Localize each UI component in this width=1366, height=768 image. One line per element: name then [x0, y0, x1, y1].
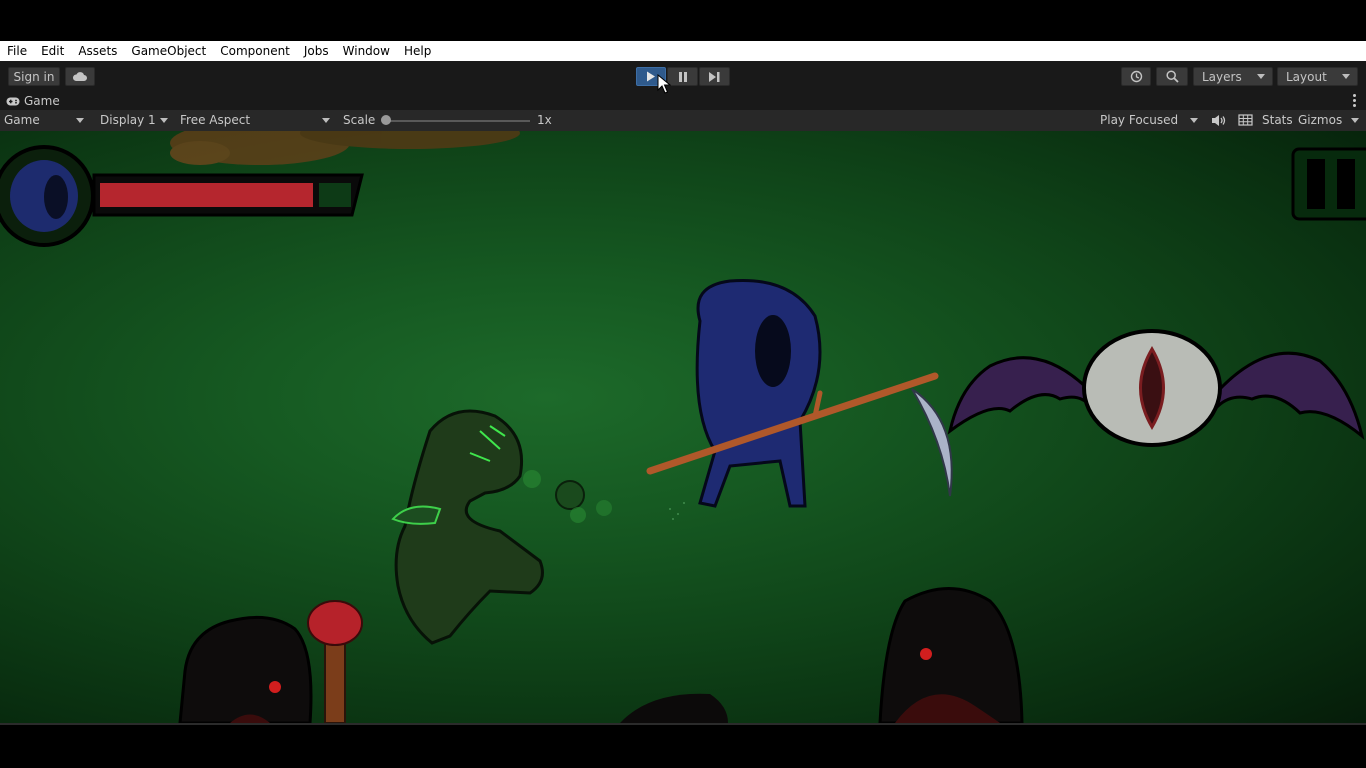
- display-select[interactable]: Display 1: [96, 112, 174, 129]
- scale-slider-handle[interactable]: [381, 115, 391, 125]
- menu-window[interactable]: Window: [336, 41, 397, 61]
- rock-bottom: [620, 693, 728, 723]
- tab-game[interactable]: Game: [6, 92, 60, 110]
- health-bar: [92, 173, 364, 217]
- history-button[interactable]: [1121, 67, 1151, 86]
- mouse-cursor-icon: [657, 74, 671, 94]
- display-select-value: Display 1: [100, 113, 156, 127]
- cloud-icon: [72, 71, 87, 81]
- stats-button[interactable]: Stats: [1262, 112, 1293, 129]
- gamepad-icon: [6, 97, 20, 105]
- chevron-down-icon: [322, 118, 330, 123]
- chevron-down-icon: [1257, 74, 1265, 79]
- rock-monster-left: [178, 615, 313, 723]
- search-icon: [1165, 70, 1179, 83]
- menu-gameobject[interactable]: GameObject: [124, 41, 213, 61]
- flying-eye-enemy: [947, 329, 1365, 447]
- grid-icon[interactable]: [1237, 113, 1255, 128]
- game-view-controls: Game Display 1 Free Aspect Scale 1x Play…: [0, 110, 1366, 132]
- projectile-orbs: [523, 470, 612, 523]
- search-button[interactable]: [1156, 67, 1188, 86]
- menu-edit[interactable]: Edit: [34, 41, 71, 61]
- chevron-down-icon: [76, 118, 84, 123]
- menu-component[interactable]: Component: [213, 41, 297, 61]
- scale-value: 1x: [537, 113, 552, 127]
- tab-game-label: Game: [24, 94, 60, 108]
- foliage-decoration: [170, 131, 520, 165]
- game-scene: [0, 131, 1366, 723]
- play-icon: [647, 71, 655, 82]
- layout-dropdown[interactable]: Layout: [1277, 67, 1358, 86]
- chevron-down-icon[interactable]: [1351, 118, 1359, 123]
- gizmos-button[interactable]: Gizmos: [1298, 112, 1342, 129]
- history-icon: [1130, 70, 1142, 83]
- pause-button[interactable]: [667, 67, 698, 86]
- step-button[interactable]: [699, 67, 730, 86]
- aspect-select-value: Free Aspect: [180, 113, 251, 127]
- health-fill: [100, 183, 313, 207]
- torch-mushroom: [307, 600, 363, 723]
- main-toolbar: Sign in Layers Layout: [0, 61, 1366, 91]
- more-options-icon[interactable]: [1353, 94, 1356, 107]
- menu-help[interactable]: Help: [397, 41, 438, 61]
- chevron-down-icon: [1190, 118, 1198, 123]
- pause-icon: [678, 71, 687, 82]
- chevron-down-icon: [1342, 74, 1350, 79]
- zombie-player: [391, 409, 544, 645]
- scale-slider-track[interactable]: [383, 120, 530, 122]
- menu-assets[interactable]: Assets: [71, 41, 124, 61]
- chevron-down-icon: [160, 118, 168, 123]
- reaper-enemy: [646, 278, 953, 520]
- tab-bar: Game: [0, 91, 1366, 110]
- menu-file[interactable]: File: [0, 41, 34, 61]
- play-mode-value: Play Focused: [1100, 113, 1179, 127]
- cloud-button[interactable]: [65, 67, 95, 86]
- game-viewport[interactable]: [0, 131, 1366, 723]
- layout-label: Layout: [1286, 69, 1327, 84]
- speaker-icon[interactable]: [1210, 113, 1228, 128]
- play-mode-select[interactable]: Play Focused: [1096, 112, 1204, 129]
- player-portrait: [0, 145, 95, 247]
- aspect-select[interactable]: Free Aspect: [176, 112, 336, 129]
- view-select[interactable]: Game: [0, 112, 90, 129]
- sign-in-button[interactable]: Sign in: [8, 67, 60, 86]
- menu-bar: File Edit Assets GameObject Component Jo…: [0, 41, 1366, 61]
- screen-top-bar: [0, 0, 1366, 41]
- rock-monster-right: [878, 587, 1024, 723]
- menu-jobs[interactable]: Jobs: [297, 41, 336, 61]
- layers-dropdown[interactable]: Layers: [1193, 67, 1273, 86]
- view-select-value: Game: [4, 113, 40, 127]
- scale-label: Scale: [343, 113, 376, 127]
- layers-label: Layers: [1202, 69, 1242, 84]
- screen-bottom-bar: [0, 725, 1366, 768]
- step-icon: [709, 71, 720, 82]
- game-pause-button[interactable]: [1291, 147, 1366, 221]
